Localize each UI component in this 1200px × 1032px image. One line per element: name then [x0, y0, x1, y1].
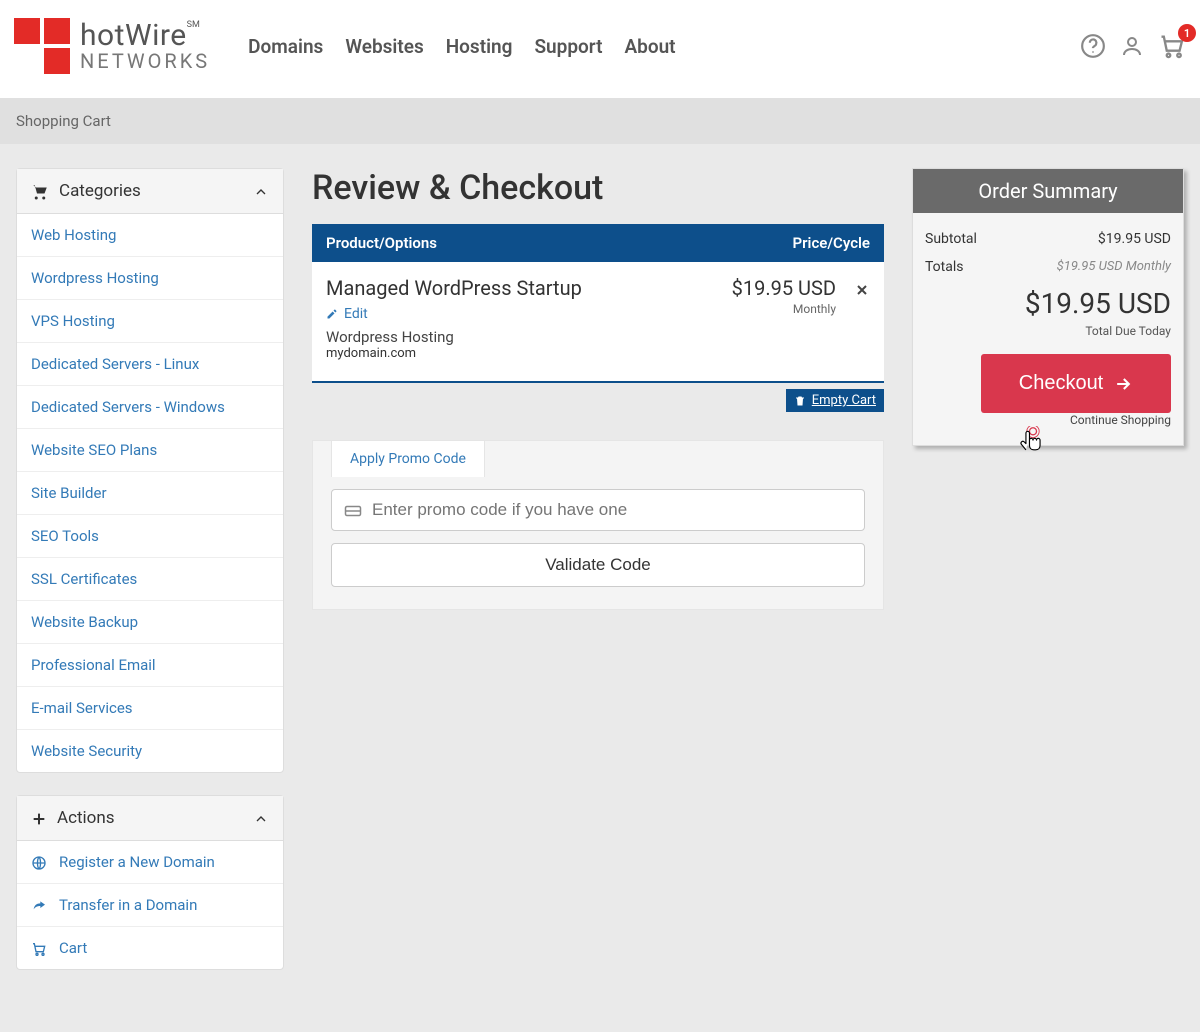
cat-backup[interactable]: Website Backup	[17, 601, 283, 643]
main-nav: Domains Websites Hosting Support About	[248, 35, 675, 58]
col-product: Product/Options	[326, 234, 437, 252]
action-label: Cart	[59, 939, 87, 957]
promo-section: Apply Promo Code Validate Code	[312, 440, 884, 610]
product-domain: mydomain.com	[326, 346, 732, 361]
cat-seo-plans[interactable]: Website SEO Plans	[17, 429, 283, 471]
help-icon[interactable]	[1080, 33, 1106, 59]
cat-seo-tools[interactable]: SEO Tools	[17, 515, 283, 557]
edit-label: Edit	[344, 306, 368, 322]
col-price: Price/Cycle	[793, 234, 870, 252]
categories-heading[interactable]: Categories	[17, 169, 283, 214]
cat-dedicated-linux[interactable]: Dedicated Servers - Linux	[17, 343, 283, 385]
product-name: Managed WordPress Startup	[326, 276, 732, 300]
plus-icon	[31, 808, 47, 828]
pencil-icon	[326, 306, 338, 322]
cart-count-badge: 1	[1178, 24, 1196, 42]
action-register-domain[interactable]: Register a New Domain	[17, 841, 283, 883]
actions-panel: Actions Register a New Domain Transfer i…	[16, 795, 284, 970]
page-title: Review & Checkout	[312, 168, 884, 208]
trash-icon	[794, 393, 806, 408]
remove-item-button[interactable]	[854, 276, 870, 300]
actions-heading[interactable]: Actions	[17, 796, 283, 841]
promo-tab[interactable]: Apply Promo Code	[331, 440, 485, 477]
cart-icon[interactable]: 1	[1158, 32, 1186, 60]
nav-domains[interactable]: Domains	[248, 35, 323, 58]
cat-website-security[interactable]: Website Security	[17, 730, 283, 772]
sidebar: Categories Web Hosting Wordpress Hosting…	[16, 168, 284, 992]
action-label: Transfer in a Domain	[59, 896, 197, 914]
brand-sub: NETWORKS	[80, 51, 210, 71]
logo-text: hotWireSM NETWORKS	[80, 21, 210, 71]
brand-sm: SM	[187, 20, 200, 30]
action-cart[interactable]: Cart	[17, 927, 283, 969]
validate-code-button[interactable]: Validate Code	[331, 543, 865, 587]
subtotal-value: $19.95 USD	[1098, 231, 1171, 247]
summary-title: Order Summary	[913, 169, 1183, 213]
promo-input[interactable]	[372, 500, 852, 520]
cat-site-builder[interactable]: Site Builder	[17, 472, 283, 514]
ticket-icon	[344, 501, 362, 520]
checkout-button[interactable]: Checkout	[981, 354, 1171, 413]
empty-cart-button[interactable]: Empty Cart	[786, 389, 884, 412]
totals-value: $19.95 USD Monthly	[1057, 259, 1171, 275]
cat-vps-hosting[interactable]: VPS Hosting	[17, 300, 283, 342]
cat-professional-email[interactable]: Professional Email	[17, 644, 283, 686]
product-category: Wordpress Hosting	[326, 328, 732, 346]
checkout-label: Checkout	[1019, 372, 1104, 395]
cart-row: Managed WordPress Startup Edit Wordpress…	[312, 262, 884, 383]
continue-shopping-link[interactable]: Continue Shopping	[925, 413, 1171, 427]
cart-table-header: Product/Options Price/Cycle	[312, 224, 884, 262]
cat-web-hosting[interactable]: Web Hosting	[17, 214, 283, 256]
top-bar: hotWireSM NETWORKS Domains Websites Host…	[0, 0, 1200, 98]
nav-websites[interactable]: Websites	[345, 35, 423, 58]
product-cycle: Monthly	[732, 302, 836, 316]
logo-mark-icon	[14, 18, 70, 74]
nav-about[interactable]: About	[624, 35, 675, 58]
cart-table: Product/Options Price/Cycle Managed Word…	[312, 224, 884, 383]
empty-cart-label: Empty Cart	[812, 393, 876, 408]
actions-list: Register a New Domain Transfer in a Doma…	[17, 841, 283, 969]
chevron-up-icon	[253, 181, 269, 201]
totals-label: Totals	[925, 259, 964, 275]
cat-email-services[interactable]: E-mail Services	[17, 687, 283, 729]
chevron-up-icon	[253, 808, 269, 828]
categories-panel: Categories Web Hosting Wordpress Hosting…	[16, 168, 284, 773]
order-summary: Order Summary Subtotal $19.95 USD Totals…	[912, 168, 1184, 446]
subtotal-label: Subtotal	[925, 231, 977, 247]
cart-icon	[31, 939, 47, 957]
promo-input-wrap	[331, 489, 865, 531]
product-price: $19.95 USD	[732, 276, 836, 300]
cat-dedicated-windows[interactable]: Dedicated Servers - Windows	[17, 386, 283, 428]
nav-hosting[interactable]: Hosting	[446, 35, 513, 58]
nav-support[interactable]: Support	[534, 35, 602, 58]
categories-title: Categories	[59, 181, 141, 201]
cat-ssl[interactable]: SSL Certificates	[17, 558, 283, 600]
grand-total: $19.95 USD	[925, 287, 1171, 320]
cart-small-icon	[31, 181, 49, 201]
logo[interactable]: hotWireSM NETWORKS	[14, 18, 210, 74]
breadcrumb-item[interactable]: Shopping Cart	[16, 112, 111, 130]
share-icon	[31, 896, 47, 914]
breadcrumb: Shopping Cart	[0, 98, 1200, 144]
categories-list: Web Hosting Wordpress Hosting VPS Hostin…	[17, 214, 283, 772]
cat-wordpress-hosting[interactable]: Wordpress Hosting	[17, 257, 283, 299]
due-today-label: Total Due Today	[925, 324, 1171, 338]
action-label: Register a New Domain	[59, 853, 215, 871]
main-content: Review & Checkout Product/Options Price/…	[312, 168, 884, 610]
edit-item-link[interactable]: Edit	[326, 306, 368, 322]
arrow-right-icon	[1113, 372, 1133, 395]
brand-name: hotWire	[80, 18, 187, 53]
actions-title: Actions	[57, 808, 115, 828]
user-icon[interactable]	[1120, 34, 1144, 58]
action-transfer-domain[interactable]: Transfer in a Domain	[17, 884, 283, 926]
globe-icon	[31, 853, 47, 871]
